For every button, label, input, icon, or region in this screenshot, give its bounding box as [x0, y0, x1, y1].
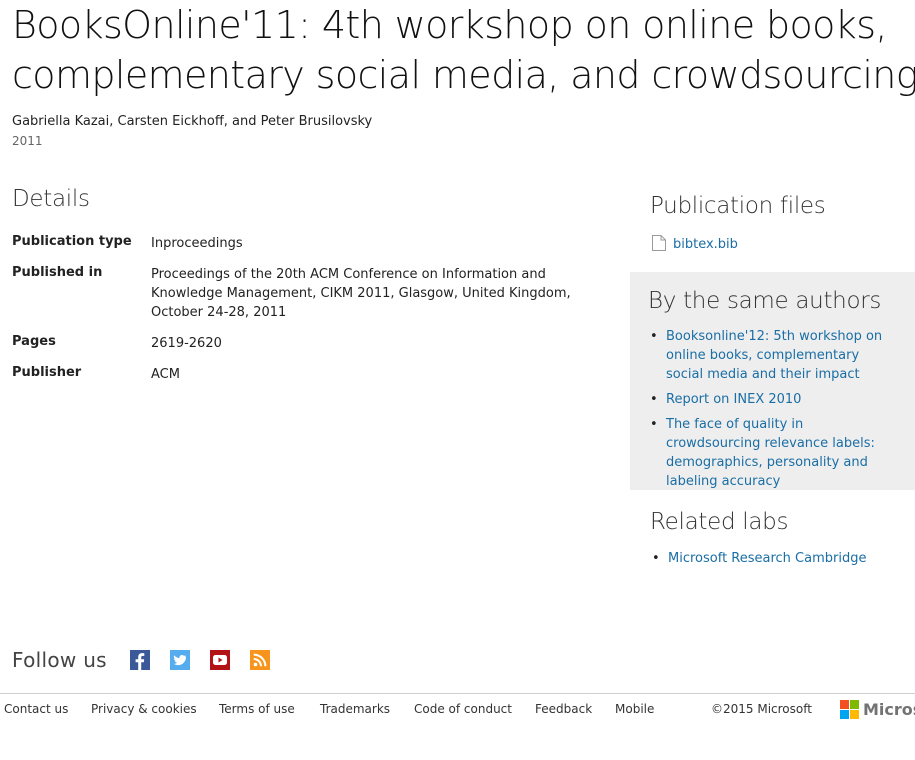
- footer-link-mobile[interactable]: Mobile: [615, 702, 654, 716]
- footer-link-feedback[interactable]: Feedback: [535, 702, 592, 716]
- footer-divider: [0, 693, 915, 694]
- detail-value: Proceedings of the 20th ACM Conference o…: [151, 267, 571, 320]
- footer-link-contact[interactable]: Contact us: [4, 702, 68, 716]
- related-publication-link[interactable]: The face of quality in crowdsourcing rel…: [666, 417, 875, 489]
- related-labs-list: • Microsoft Research Cambridge: [650, 549, 866, 568]
- authors: Gabriella Kazai, Carsten Eickhoff, and P…: [12, 114, 373, 129]
- same-authors-panel: By the same authors • Booksonline'12: 5t…: [630, 272, 915, 490]
- follow-us-label: Follow us: [12, 648, 107, 672]
- same-authors-heading: By the same authors: [648, 288, 882, 314]
- details-heading: Details: [12, 186, 90, 212]
- page-title-line-2: complementary social media, and crowdsou…: [12, 53, 915, 97]
- detail-label: Pages: [12, 334, 56, 349]
- related-publication-link[interactable]: Report on INEX 2010: [666, 392, 801, 407]
- publication-files-heading: Publication files: [650, 193, 826, 219]
- footer-link-privacy[interactable]: Privacy & cookies: [91, 702, 197, 716]
- detail-value: Inproceedings: [151, 236, 243, 251]
- microsoft-logo[interactable]: Microsoft: [840, 700, 915, 719]
- file-name: bibtex.bib: [673, 237, 738, 252]
- list-item: • Booksonline'12: 5th workshop on online…: [650, 329, 883, 382]
- footer-link-trademarks[interactable]: Trademarks: [320, 702, 390, 716]
- detail-label: Publisher: [12, 365, 82, 380]
- footer-link-terms[interactable]: Terms of use: [219, 702, 295, 716]
- microsoft-logo-text: Microsoft: [863, 700, 915, 719]
- same-authors-list: • Booksonline'12: 5th workshop on online…: [648, 327, 898, 497]
- twitter-icon[interactable]: [169, 650, 190, 670]
- page-title: BooksOnline'11: 4th workshop on online b…: [12, 0, 915, 100]
- footer-link-code-of-conduct[interactable]: Code of conduct: [414, 702, 512, 716]
- related-publication-link[interactable]: Booksonline'12: 5th workshop on online b…: [666, 329, 882, 382]
- detail-label: Published in: [12, 265, 103, 280]
- file-icon: [652, 235, 666, 251]
- youtube-icon[interactable]: [209, 650, 230, 670]
- follow-us: Follow us: [12, 648, 290, 672]
- bibtex-file-link[interactable]: bibtex.bib: [652, 233, 738, 252]
- detail-label: Publication type: [12, 234, 132, 249]
- detail-value: 2619-2620: [151, 336, 222, 351]
- related-labs-heading: Related labs: [650, 509, 789, 535]
- list-item: • The face of quality in crowdsourcing r…: [650, 417, 875, 489]
- copyright: ©2015 Microsoft: [711, 702, 812, 716]
- page-title-line-1: BooksOnline'11: 4th workshop on online b…: [12, 3, 887, 47]
- rss-icon[interactable]: [249, 650, 270, 670]
- list-item: • Report on INEX 2010: [650, 392, 802, 407]
- microsoft-logo-icon: [840, 700, 859, 719]
- detail-value: ACM: [151, 367, 180, 382]
- list-item: • Microsoft Research Cambridge: [652, 551, 867, 566]
- facebook-icon[interactable]: [129, 650, 150, 670]
- lab-link[interactable]: Microsoft Research Cambridge: [668, 551, 866, 566]
- publication-year: 2011: [12, 134, 43, 148]
